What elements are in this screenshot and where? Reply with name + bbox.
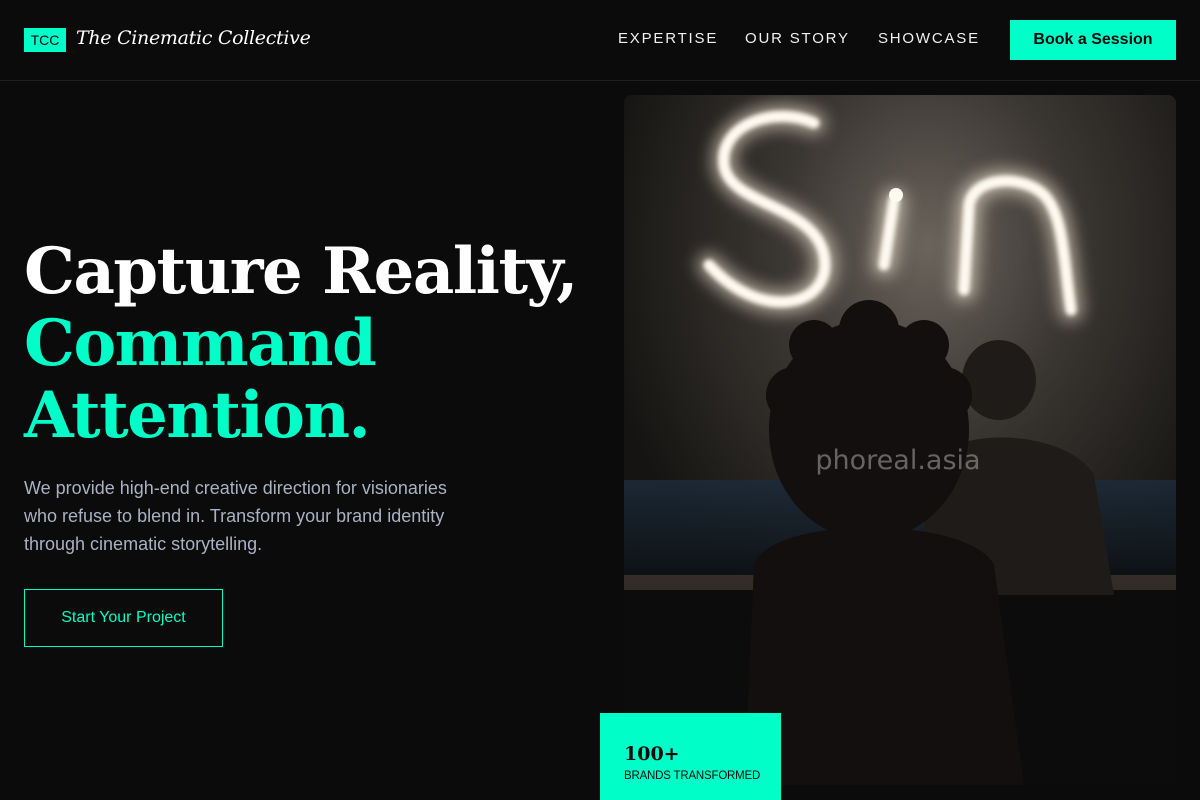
start-project-button[interactable]: Start Your Project (24, 589, 223, 647)
stat-number: 100+ (624, 743, 680, 765)
stat-card: 100+ BRANDS TRANSFORMED (600, 713, 781, 800)
nav-showcase[interactable]: SHOWCASE (878, 30, 980, 47)
neon-sign-scene (624, 95, 1176, 785)
hero-description: We provide high-end creative direction f… (24, 478, 447, 554)
book-session-button[interactable]: Book a Session (1010, 20, 1176, 60)
headline-line-3: Attention. (24, 378, 371, 453)
nav-expertise[interactable]: EXPERTISE (618, 30, 718, 47)
hero-headline: Capture Reality, Command Attention. (24, 236, 604, 452)
image-watermark: phoreal.asia (815, 445, 981, 476)
logo-badge[interactable]: TCC (24, 28, 66, 52)
headline-line-2: Command (24, 306, 377, 381)
hero-photo: phoreal.asia (624, 95, 1176, 785)
site-header: TCC The Cinematic Collective EXPERTISE O… (0, 0, 1200, 81)
nav-our-story[interactable]: OUR STORY (745, 30, 850, 47)
headline-line-1: Capture Reality, (24, 234, 578, 309)
stat-label: BRANDS TRANSFORMED (624, 770, 761, 782)
brand-name[interactable]: The Cinematic Collective (76, 27, 311, 49)
